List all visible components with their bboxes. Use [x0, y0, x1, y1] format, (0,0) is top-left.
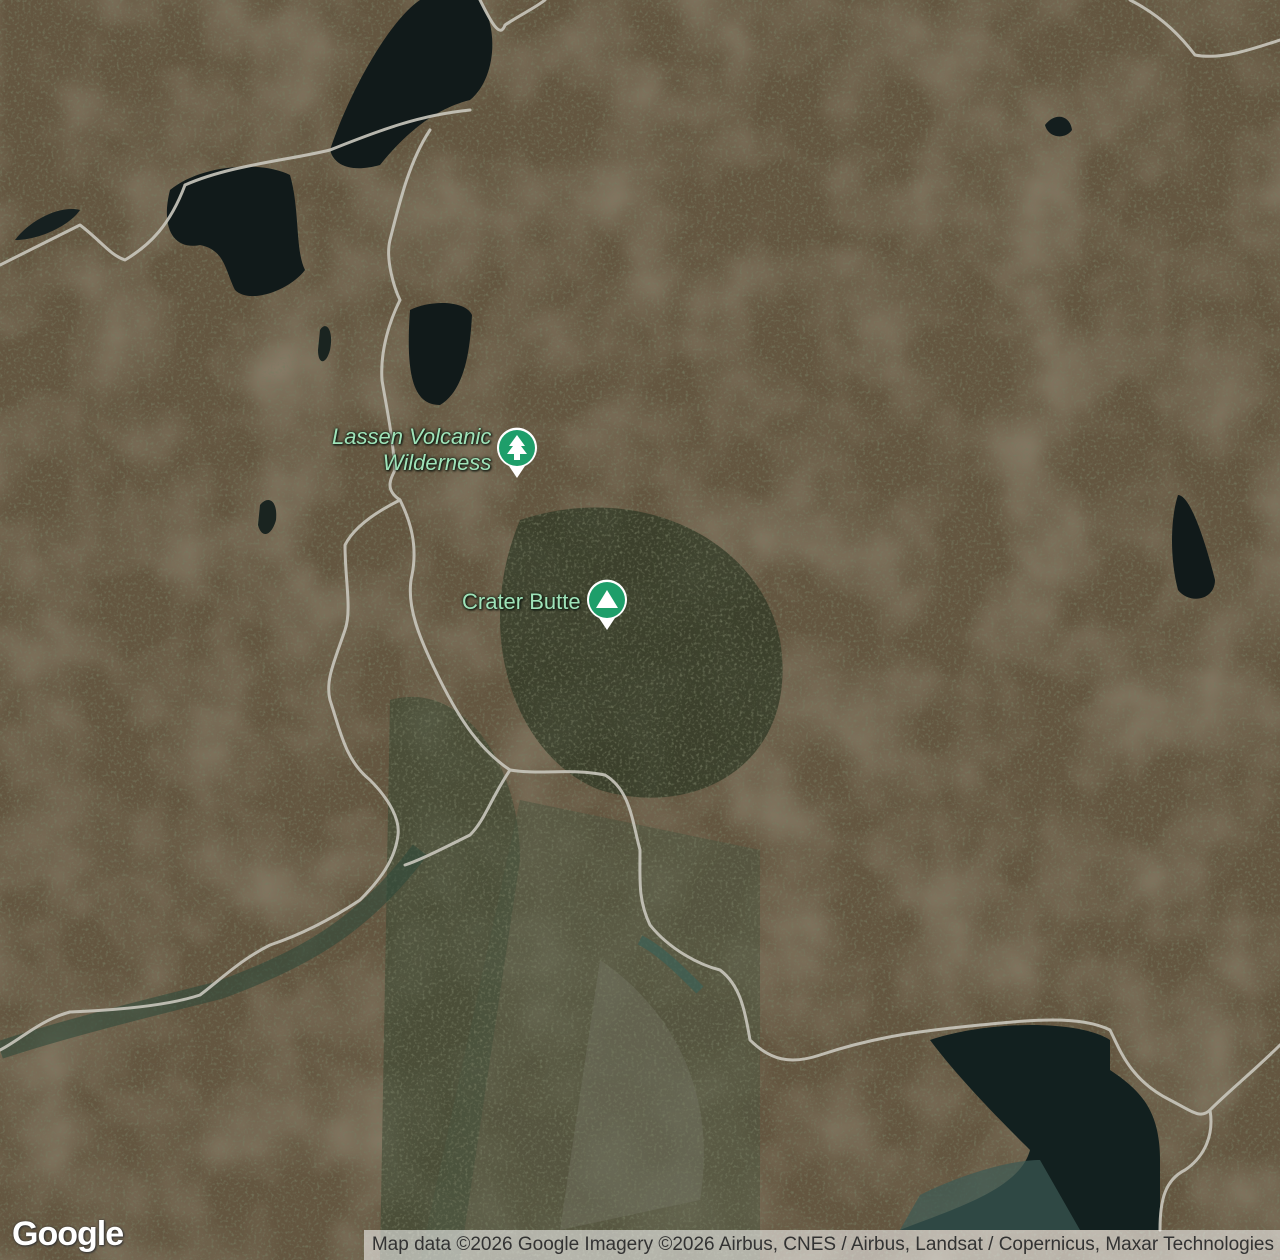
google-logo: Google — [12, 1215, 124, 1253]
map-terrain — [0, 0, 1280, 1260]
tree-icon — [495, 426, 539, 478]
poi-crater-butte[interactable]: Crater Butte — [462, 578, 629, 630]
poi-label-line1: Lassen Volcanic — [332, 424, 492, 449]
mountain-icon — [585, 578, 629, 630]
map-attribution[interactable]: Map data ©2026 Google Imagery ©2026 Airb… — [363, 1230, 1280, 1260]
poi-lassen-volcanic-wilderness[interactable]: Lassen Volcanic Wilderness — [332, 424, 539, 478]
poi-label: Lassen Volcanic Wilderness — [332, 424, 491, 476]
satellite-map[interactable]: Lassen Volcanic Wilderness Crater Butte … — [0, 0, 1280, 1260]
poi-label: Crater Butte — [462, 589, 581, 614]
poi-label-line2: Wilderness — [382, 450, 492, 475]
